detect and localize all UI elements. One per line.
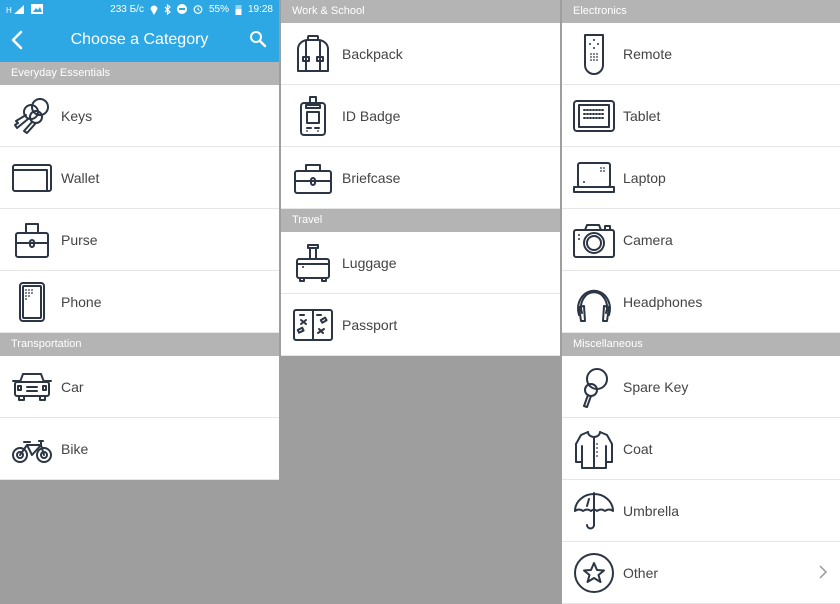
app-bar: Choose a Category: [0, 18, 279, 62]
bike-icon: [11, 428, 53, 470]
status-bar: H 233 Б/с 55% 19:28: [0, 0, 279, 18]
category-label: Phone: [61, 293, 102, 310]
wallet-icon: [11, 157, 53, 199]
category-item-tablet[interactable]: Tablet: [562, 85, 840, 147]
headphones-icon: [573, 281, 615, 323]
category-label: Backpack: [342, 45, 403, 62]
location-icon: [150, 5, 158, 15]
category-item-car[interactable]: Car: [0, 356, 279, 418]
category-item-backpack[interactable]: Backpack: [281, 23, 560, 85]
category-label: Other: [623, 564, 659, 581]
category-label: Laptop: [623, 169, 666, 186]
panel-1: H 233 Б/с 55% 19:28 Choose a Category Ev…: [0, 0, 279, 480]
category-item-umbrella[interactable]: Umbrella: [562, 480, 840, 542]
dnd-icon: [176, 4, 187, 14]
purse-icon: [11, 219, 53, 261]
coat-icon: [573, 428, 615, 470]
luggage-icon: [292, 242, 334, 284]
camera-icon: [573, 219, 615, 261]
spare-key-icon: [573, 366, 615, 408]
category-item-coat[interactable]: Coat: [562, 418, 840, 480]
category-label: Passport: [342, 316, 398, 333]
category-item-phone[interactable]: Phone: [0, 271, 279, 333]
category-item-briefcase[interactable]: Briefcase: [281, 147, 560, 209]
category-label: Briefcase: [342, 169, 401, 186]
keys-icon: [11, 95, 53, 137]
category-label: Tablet: [623, 107, 661, 124]
page-title: Choose a Category: [70, 31, 209, 48]
category-label: Headphones: [623, 293, 703, 310]
id-badge-icon: [292, 95, 334, 137]
section-header: Miscellaneous: [562, 333, 840, 356]
category-label: Umbrella: [623, 502, 680, 519]
phone-icon: [11, 281, 53, 323]
briefcase-icon: [292, 157, 334, 199]
section-header: Everyday Essentials: [0, 62, 279, 85]
laptop-icon: [573, 157, 615, 199]
category-item-remote[interactable]: Remote: [562, 23, 840, 85]
image-icon: [31, 4, 43, 14]
battery-icon: [235, 4, 242, 15]
category-label: ID Badge: [342, 107, 401, 124]
svg-text:H: H: [6, 6, 12, 14]
category-label: Purse: [61, 231, 98, 248]
section-header: Transportation: [0, 333, 279, 356]
category-item-laptop[interactable]: Laptop: [562, 147, 840, 209]
chevron-right-icon: [819, 565, 828, 579]
category-label: Coat: [623, 440, 653, 457]
category-item-purse[interactable]: Purse: [0, 209, 279, 271]
category-item-keys[interactable]: Keys: [0, 85, 279, 147]
umbrella-icon: [573, 490, 615, 532]
category-item-headphones[interactable]: Headphones: [562, 271, 840, 333]
alarm-icon: [193, 5, 203, 14]
category-label: Spare Key: [623, 378, 689, 395]
back-chevron-icon[interactable]: [8, 28, 30, 52]
category-item-camera[interactable]: Camera: [562, 209, 840, 271]
panel-3: Electronics Remote Tablet Laptop Camera …: [562, 0, 840, 604]
section-header: Electronics: [562, 0, 840, 23]
passport-icon: [292, 304, 334, 346]
category-label: Keys: [61, 107, 93, 124]
bluetooth-icon: [164, 3, 171, 15]
network-speed: 233 Б/с: [110, 3, 144, 15]
category-label: Luggage: [342, 254, 397, 271]
battery-level: 55%: [208, 3, 229, 15]
search-icon[interactable]: [249, 30, 267, 48]
section-header: Work & School: [281, 0, 560, 23]
remote-icon: [573, 33, 615, 75]
category-item-id-badge[interactable]: ID Badge: [281, 85, 560, 147]
category-label: Car: [61, 378, 84, 395]
category-label: Camera: [623, 231, 673, 248]
category-item-other[interactable]: Other: [562, 542, 840, 604]
backpack-icon: [292, 33, 334, 75]
category-item-wallet[interactable]: Wallet: [0, 147, 279, 209]
category-item-luggage[interactable]: Luggage: [281, 232, 560, 294]
category-label: Bike: [61, 440, 89, 457]
section-header: Travel: [281, 209, 560, 232]
tablet-icon: [573, 95, 615, 137]
category-label: Wallet: [61, 169, 100, 186]
category-item-spare-key[interactable]: Spare Key: [562, 356, 840, 418]
category-label: Remote: [623, 45, 673, 62]
signal-icon: H: [6, 5, 24, 14]
car-icon: [11, 366, 53, 408]
panel-2: Work & School Backpack ID Badge Briefcas…: [281, 0, 560, 356]
category-item-bike[interactable]: Bike: [0, 418, 279, 480]
clock: 19:28: [247, 3, 273, 15]
star-icon: [573, 552, 615, 594]
category-item-passport[interactable]: Passport: [281, 294, 560, 356]
